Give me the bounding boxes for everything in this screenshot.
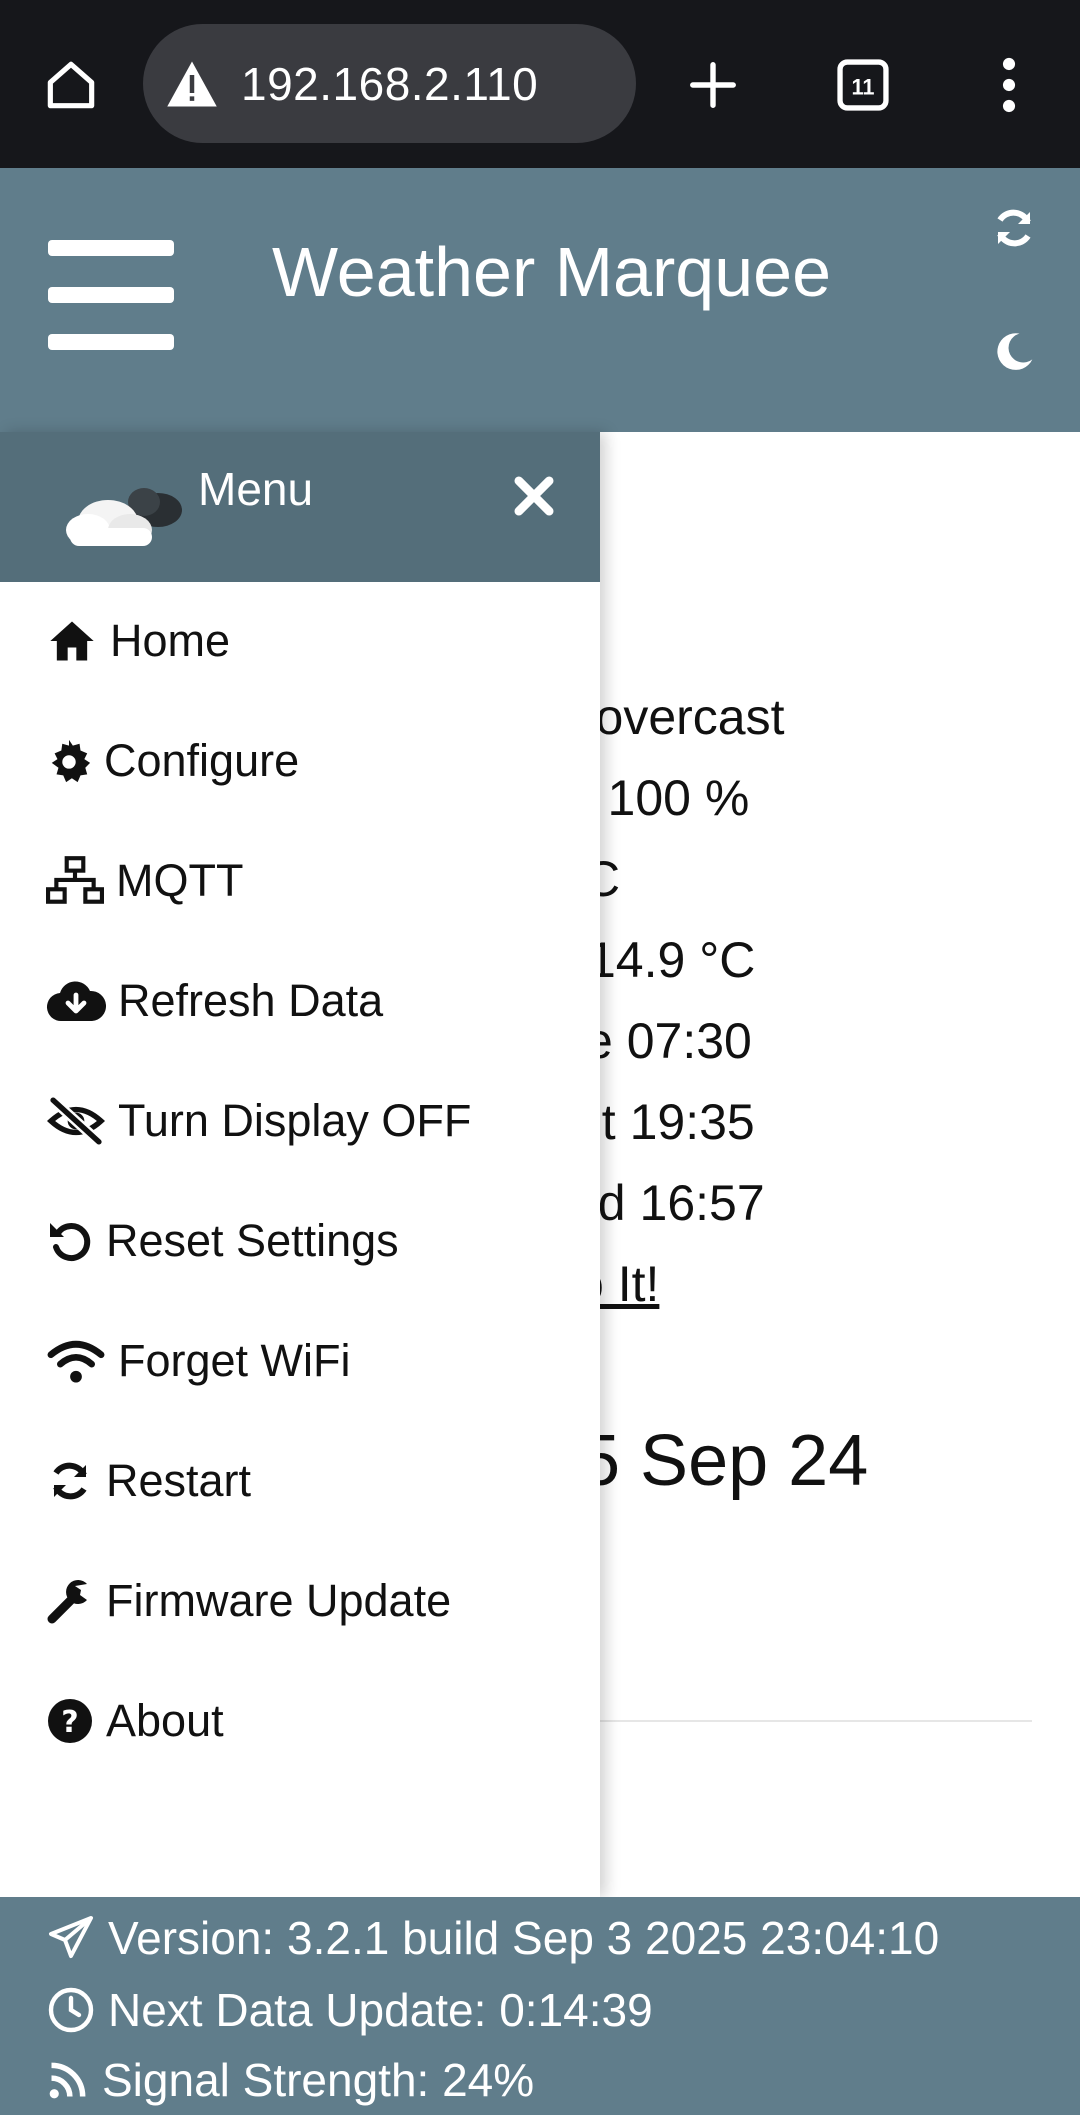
close-menu-button[interactable] <box>508 470 560 522</box>
new-tab-button[interactable] <box>672 44 754 126</box>
menu-item-label: Refresh Data <box>118 975 384 1026</box>
app-title: Weather Marquee <box>272 233 832 311</box>
network-icon <box>46 855 104 907</box>
side-menu-title: Menu <box>198 463 314 515</box>
warning-icon <box>167 61 217 106</box>
cloud-logo-icon <box>66 488 182 546</box>
plus-icon <box>690 62 736 108</box>
version-line: Version: 3.2.1 build Sep 3 2025 23:04:10 <box>46 1911 939 1965</box>
question-circle-icon: ? <box>46 1695 94 1747</box>
wifi-icon <box>46 1335 106 1387</box>
url-bar[interactable]: 192.168.2.110 <box>143 24 636 143</box>
menu-item-label: About <box>106 1695 224 1746</box>
menu-item-about[interactable]: ? About <box>46 1681 224 1761</box>
sync-icon <box>997 209 1031 247</box>
wrench-icon <box>46 1575 94 1627</box>
svg-text:11: 11 <box>852 75 875 100</box>
undo-icon <box>46 1215 94 1267</box>
more-vert-icon <box>1002 57 1016 113</box>
menu-item-label: Configure <box>104 735 300 786</box>
menu-item-label: Home <box>110 615 231 666</box>
tabs-icon: 11 <box>837 59 889 111</box>
divider <box>590 1720 1032 1722</box>
menu-item-turn-display-off[interactable]: Turn Display OFF <box>46 1081 471 1161</box>
version-text: Version: 3.2.1 build Sep 3 2025 23:04:10 <box>108 1912 940 1964</box>
menu-item-home[interactable]: Home <box>46 601 230 681</box>
menu-item-firmware-update[interactable]: Firmware Update <box>46 1561 451 1641</box>
menu-item-configure[interactable]: Configure <box>46 721 299 801</box>
menu-item-label: Forget WiFi <box>118 1335 351 1386</box>
close-icon <box>514 476 554 516</box>
url-text: 192.168.2.110 <box>241 57 539 110</box>
menu-item-reset-settings[interactable]: Reset Settings <box>46 1201 399 1281</box>
moon-icon <box>997 333 1033 370</box>
side-menu-header: Menu <box>0 432 600 582</box>
menu-item-label: Turn Display OFF <box>118 1095 472 1146</box>
signal-line: Signal Strength: 24% <box>46 2053 534 2107</box>
status-footer: Version: 3.2.1 build Sep 3 2025 23:04:10… <box>0 1897 1080 2115</box>
signal-text: Signal Strength: 24% <box>102 2054 535 2106</box>
menu-item-refresh-data[interactable]: Refresh Data <box>46 961 383 1041</box>
gear-icon <box>46 735 92 787</box>
menu-item-label: Restart <box>106 1455 252 1506</box>
eye-slash-icon <box>46 1095 106 1147</box>
refresh-button[interactable] <box>990 204 1038 252</box>
home-outline-icon <box>47 61 95 109</box>
menu-item-restart[interactable]: Restart <box>46 1441 251 1521</box>
cloud-download-icon <box>46 975 106 1027</box>
svg-text:?: ? <box>61 1705 78 1740</box>
sync-icon <box>46 1455 94 1507</box>
paper-plane-icon <box>46 1913 96 1963</box>
browser-toolbar: 192.168.2.110 11 <box>0 0 1080 168</box>
menu-item-label: Firmware Update <box>106 1575 452 1626</box>
next-update-text: Next Data Update: 0:14:39 <box>108 1984 653 2036</box>
clock-icon <box>46 1985 96 2035</box>
home-icon <box>46 615 98 667</box>
menu-item-label: Reset Settings <box>106 1215 399 1266</box>
menu-item-label: MQTT <box>116 855 244 906</box>
rss-icon <box>46 2055 90 2105</box>
browser-menu-button[interactable] <box>968 44 1050 126</box>
browser-home-button[interactable] <box>30 44 112 126</box>
dark-mode-toggle[interactable] <box>992 330 1036 374</box>
hamburger-menu-button[interactable] <box>48 240 174 350</box>
side-menu: Menu Home Configure MQTT Refresh Data Tu… <box>0 432 600 1897</box>
menu-item-mqtt[interactable]: MQTT <box>46 841 243 921</box>
tab-switcher-button[interactable]: 11 <box>822 44 904 126</box>
menu-item-forget-wifi[interactable]: Forget WiFi <box>46 1321 351 1401</box>
next-update-line: Next Data Update: 0:14:39 <box>46 1983 653 2037</box>
